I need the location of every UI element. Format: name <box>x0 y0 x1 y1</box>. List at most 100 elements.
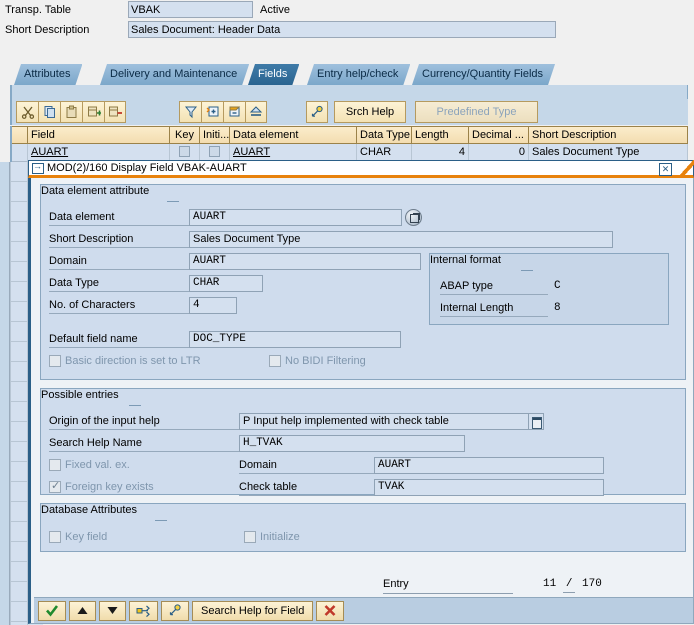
tab-label: Currency/Quantity Fields <box>422 68 544 80</box>
filter-icon-button[interactable] <box>179 101 201 123</box>
insert-line-button[interactable] <box>201 101 223 123</box>
tab-attributes[interactable]: Attributes <box>14 64 82 85</box>
background-row-selector[interactable] <box>10 362 28 382</box>
column-header-key[interactable]: Key <box>170 126 200 144</box>
previous-entry-button[interactable] <box>69 600 96 621</box>
column-header-length[interactable]: Length <box>412 126 469 144</box>
column-header-data-element[interactable]: Data element <box>230 126 357 144</box>
close-icon[interactable]: ✕ <box>659 163 672 176</box>
background-row-selector[interactable] <box>10 202 28 222</box>
predefined-type-button[interactable]: Predefined Type <box>415 101 538 123</box>
column-header-data-type[interactable]: Data Type <box>357 126 412 144</box>
background-row-selector[interactable] <box>10 242 28 262</box>
append-button[interactable] <box>245 101 267 123</box>
background-row-selector[interactable] <box>10 482 28 502</box>
delete-line-button[interactable] <box>223 101 245 123</box>
background-row-selector[interactable] <box>10 422 28 442</box>
background-row-selector[interactable] <box>10 602 28 622</box>
cancel-button[interactable] <box>316 600 345 621</box>
origin-of-input-help-label: Origin of the input help <box>49 413 239 430</box>
insert-row-button[interactable] <box>82 101 104 123</box>
tab-entry-help-check[interactable]: Entry help/check <box>307 64 410 85</box>
search-help-name-label: Search Help Name <box>49 435 239 452</box>
initialize-label: Initialize <box>260 531 300 543</box>
data-type-input[interactable] <box>189 274 263 292</box>
transp-table-row: Transp. Table Active <box>0 0 694 19</box>
internal-length-label: Internal Length <box>440 300 548 317</box>
header-select-all[interactable] <box>12 126 28 144</box>
basic-direction-checkbox[interactable]: Basic direction is set to LTR <box>49 355 269 367</box>
tab-fields[interactable]: Fields <box>248 64 299 85</box>
background-row-selector[interactable] <box>10 302 28 322</box>
key-button[interactable] <box>161 600 189 621</box>
background-row-gutter <box>0 602 10 622</box>
background-row-gutter <box>0 262 10 282</box>
tab-delivery-and-maintenance[interactable]: Delivery and Maintenance <box>100 64 249 85</box>
fixed-val-ex-checkbox[interactable]: Fixed val. ex. <box>49 459 239 471</box>
background-row-selector[interactable] <box>10 162 28 182</box>
initial-checkbox[interactable] <box>209 146 220 157</box>
background-row-selector[interactable] <box>10 462 28 482</box>
no-of-characters-input[interactable] <box>189 296 237 314</box>
foreign-key-exists-checkbox[interactable]: Foreign key exists <box>49 479 239 493</box>
initialize-checkbox[interactable]: Initialize <box>244 531 300 543</box>
background-row-selector[interactable] <box>10 222 28 242</box>
pe-domain-input[interactable] <box>374 456 604 474</box>
predefined-type-label: Predefined Type <box>436 106 517 118</box>
no-bidi-filtering-checkbox[interactable]: No BIDI Filtering <box>269 355 366 367</box>
key-field-checkbox[interactable]: Key field <box>49 531 244 543</box>
data-element-label: Data element <box>49 209 189 226</box>
row-selector[interactable] <box>12 144 28 162</box>
copy-button[interactable] <box>38 101 60 123</box>
column-header-initial[interactable]: Initi... <box>200 126 230 144</box>
short-description-input[interactable] <box>128 21 556 38</box>
background-row-selector[interactable] <box>10 282 28 302</box>
domain-input[interactable] <box>189 252 421 270</box>
entry-separator: / <box>562 577 576 593</box>
srch-help-button[interactable]: Srch Help <box>334 101 406 123</box>
tab-currency-quantity-fields[interactable]: Currency/Quantity Fields <box>412 64 555 85</box>
background-row-selector[interactable] <box>10 382 28 402</box>
background-row-selector[interactable] <box>10 342 28 362</box>
expand-nodes-button[interactable] <box>129 600 158 621</box>
paste-button[interactable] <box>60 101 82 123</box>
column-header-short-description[interactable]: Short Description <box>529 126 688 144</box>
search-help-key-button[interactable] <box>306 101 328 123</box>
background-row-selector[interactable] <box>10 522 28 542</box>
default-field-name-input[interactable] <box>189 330 401 348</box>
short-description-input[interactable] <box>189 230 613 248</box>
search-help-name-input[interactable] <box>239 434 465 452</box>
column-header-decimal[interactable]: Decimal ... <box>469 126 529 144</box>
open-object-icon[interactable] <box>405 208 422 226</box>
data-element-input[interactable] <box>189 208 402 226</box>
background-row-selector[interactable] <box>10 182 28 202</box>
delete-row-button[interactable] <box>104 101 126 123</box>
table-header-row: Field Key Initi... Data element Data Typ… <box>12 126 688 144</box>
search-help-for-field-button[interactable]: Search Help for Field <box>192 600 314 621</box>
dialog-window-icon <box>32 161 44 174</box>
background-row-selector[interactable] <box>10 442 28 462</box>
background-row-gutter <box>0 242 10 262</box>
background-row-selector[interactable] <box>10 402 28 422</box>
foreign-key-exists-label: Foreign key exists <box>65 481 154 493</box>
background-row-selector[interactable] <box>10 542 28 562</box>
possible-entries-group: Possible entries Origin of the input hel… <box>40 388 686 496</box>
check-table-input[interactable] <box>374 478 604 496</box>
background-row-selector[interactable] <box>10 562 28 582</box>
key-checkbox[interactable] <box>179 146 190 157</box>
transp-table-input[interactable] <box>128 1 253 18</box>
entry-navigation: Entry 11 / 170 <box>31 577 693 597</box>
next-entry-button[interactable] <box>99 600 126 621</box>
background-row-selector[interactable] <box>10 502 28 522</box>
tab-label: Attributes <box>24 68 71 80</box>
cut-button[interactable] <box>16 101 38 123</box>
background-row-selector[interactable] <box>10 262 28 282</box>
origin-of-input-help-input[interactable] <box>239 412 529 430</box>
column-header-field[interactable]: Field <box>28 126 170 144</box>
cell-data-element-text: AUART <box>233 146 271 158</box>
background-row-selector[interactable] <box>10 322 28 342</box>
search-help-name-row: Search Help Name <box>49 433 677 453</box>
background-row-selector[interactable] <box>10 582 28 602</box>
list-dropdown-icon[interactable] <box>529 412 544 430</box>
confirm-button[interactable] <box>38 600 66 621</box>
